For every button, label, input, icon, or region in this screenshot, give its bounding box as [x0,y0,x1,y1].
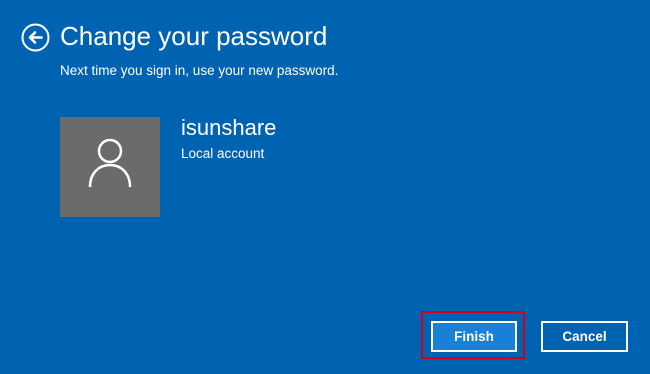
finish-button[interactable]: Finish [431,321,517,352]
account-name: isunshare [181,115,277,140]
page-title: Change your password [60,21,328,51]
back-button[interactable] [21,23,50,52]
back-arrow-icon [21,23,50,52]
account-type: Local account [181,146,265,161]
page-subtitle: Next time you sign in, use your new pass… [60,63,339,78]
user-icon [88,138,132,188]
avatar [60,117,160,217]
cancel-button[interactable]: Cancel [541,321,628,352]
